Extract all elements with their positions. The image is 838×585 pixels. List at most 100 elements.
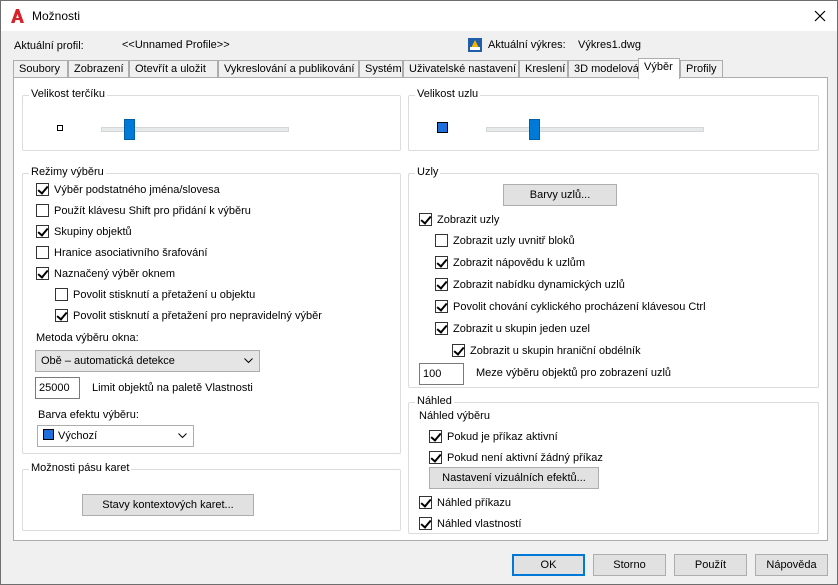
checkbox-box[interactable] (435, 256, 448, 269)
effect-color-label: Barva efektu výběru: (38, 409, 139, 421)
command-preview-checkbox[interactable]: Náhled příkazu (419, 496, 511, 509)
noun-verb-selection-checkbox[interactable]: Výběr podstatného jména/slovesa (36, 183, 220, 196)
grip-size-group: Velikost uzlu (408, 88, 819, 151)
selection-limit-label: Limit objektů na paletě Vlastnosti (92, 382, 253, 394)
checkbox-label: Náhled příkazu (437, 496, 511, 509)
ok-button[interactable]: OK (512, 554, 585, 576)
help-button[interactable]: Nápověda (755, 554, 828, 576)
chevron-down-icon (178, 433, 187, 439)
dynamic-grip-menu-checkbox[interactable]: Zobrazit nabídku dynamických uzlů (435, 278, 625, 291)
ribbon-options-title: Možnosti pásu karet (29, 462, 132, 474)
selection-limit-input[interactable]: 25000 (35, 377, 80, 399)
checkbox-label: Pokud není aktivní žádný příkaz (447, 451, 603, 464)
window-method-select[interactable]: Obě – automatická detekce (35, 350, 260, 372)
title-bar: Možnosti (1, 1, 837, 31)
checkbox-label: Zobrazit u skupin hraniční obdélník (470, 344, 641, 357)
close-icon[interactable] (811, 7, 829, 25)
property-preview-checkbox[interactable]: Náhled vlastností (419, 517, 521, 530)
checkbox-box[interactable] (55, 309, 68, 322)
grip-tips-checkbox[interactable]: Zobrazit nápovědu k uzlům (435, 256, 585, 269)
checkbox-box[interactable] (435, 234, 448, 247)
preview-group: Náhled Náhled výběru Pokud je příkaz akt… (408, 395, 819, 534)
effect-color-select[interactable]: Výchozí (37, 425, 194, 447)
checkbox-box[interactable] (429, 451, 442, 464)
tab-profily[interactable]: Profily (680, 60, 723, 78)
checkbox-label: Zobrazit u skupin jeden uzel (453, 322, 590, 335)
grip-slider-thumb[interactable] (528, 119, 540, 140)
pickbox-slider-thumb[interactable] (124, 119, 136, 140)
ribbon-options-group: Možnosti pásu karet Stavy kontextových k… (22, 462, 401, 531)
checkbox-box[interactable] (36, 183, 49, 196)
checkbox-label: Zobrazit uzly (437, 213, 500, 226)
color-swatch (43, 429, 54, 440)
preview-command-active-checkbox[interactable]: Pokud je příkaz aktivní (429, 430, 558, 443)
grip-object-limit-input[interactable]: 100 (419, 363, 464, 385)
visual-effect-settings-button[interactable]: Nastavení vizuálních efektů... (429, 467, 599, 489)
associative-hatch-checkbox[interactable]: Hranice asociativního šrafování (36, 246, 207, 259)
checkbox-label: Zobrazit nabídku dynamických uzlů (453, 278, 625, 291)
checkbox-box[interactable] (55, 288, 68, 301)
checkbox-box[interactable] (435, 300, 448, 313)
checkbox-box[interactable] (419, 496, 432, 509)
object-grouping-checkbox[interactable]: Skupiny objektů (36, 225, 132, 238)
checkbox-box[interactable] (36, 204, 49, 217)
checkbox-box[interactable] (452, 344, 465, 357)
contextual-tab-states-button[interactable]: Stavy kontextových karet... (82, 494, 254, 516)
checkbox-label: Náhled vlastností (437, 517, 522, 530)
checkbox-label: Povolit stisknutí a přetažení u objektu (73, 288, 256, 301)
selection-modes-title: Režimy výběru (29, 166, 106, 178)
tab-uzivatelske-nastaveni[interactable]: Uživatelské nastavení (403, 60, 519, 78)
pickbox-preview (57, 125, 63, 131)
window-method-label: Metoda výběru okna: (36, 332, 139, 344)
checkbox-label: Pokud je příkaz aktivní (447, 430, 558, 443)
tab-kresleni[interactable]: Kreslení (519, 60, 568, 78)
preview-no-command-checkbox[interactable]: Pokud není aktivní žádný příkaz (429, 451, 603, 464)
pickbox-size-group: Velikost terčíku (22, 88, 401, 151)
grip-size-title: Velikost uzlu (415, 88, 481, 100)
tab-soubory[interactable]: Soubory (13, 60, 68, 78)
apply-button[interactable]: Použít (674, 554, 747, 576)
tab-3d-modelovani[interactable]: 3D modelování (568, 60, 648, 78)
grips-title: Uzly (415, 166, 441, 178)
window-method-value: Obě – automatická detekce (41, 355, 175, 367)
grips-in-blocks-checkbox[interactable]: Zobrazit uzly uvnitř bloků (435, 234, 575, 247)
press-drag-object-checkbox[interactable]: Povolit stisknutí a přetažení u objektu (55, 288, 255, 301)
shift-add-checkbox[interactable]: Použít klávesu Shift pro přidání k výběr… (36, 204, 251, 217)
preview-title: Náhled (415, 395, 454, 407)
cancel-button[interactable]: Storno (593, 554, 666, 576)
grip-preview (437, 122, 448, 133)
pickbox-size-title: Velikost terčíku (29, 88, 107, 100)
tab-vyber[interactable]: Výběr (638, 58, 680, 79)
checkbox-box[interactable] (435, 322, 448, 335)
checkbox-box[interactable] (429, 430, 442, 443)
autocad-logo-icon (11, 9, 24, 23)
tab-panel-vyber: Velikost terčíku Velikost uzlu Režimy vý… (13, 77, 828, 541)
tab-system[interactable]: Systém (359, 60, 403, 78)
implied-windowing-checkbox[interactable]: Naznačený výběr oknem (36, 267, 175, 280)
checkbox-label: Zobrazit uzly uvnitř bloků (453, 234, 575, 247)
checkbox-label: Hranice asociativního šrafování (54, 246, 208, 259)
grip-slider-track[interactable] (486, 127, 704, 132)
ctrl-cycling-checkbox[interactable]: Povolit chování cyklického procházení kl… (435, 300, 706, 313)
selection-modes-group: Režimy výběru Výběr podstatného jména/sl… (22, 166, 401, 454)
checkbox-box[interactable] (419, 213, 432, 226)
checkbox-box[interactable] (36, 246, 49, 259)
checkbox-box[interactable] (435, 278, 448, 291)
checkbox-box[interactable] (419, 517, 432, 530)
checkbox-box[interactable] (36, 225, 49, 238)
checkbox-label: Skupiny objektů (54, 225, 132, 238)
grips-group: Uzly Barvy uzlů... Zobrazit uzly Zobrazi… (408, 166, 819, 388)
window-title: Možnosti (32, 9, 81, 23)
tab-otevrit-a-ulozit[interactable]: Otevřít a uložit (129, 60, 218, 78)
chevron-down-icon (244, 358, 253, 364)
tab-vykreslovani[interactable]: Vykreslování a publikování (218, 60, 359, 78)
single-grip-groups-checkbox[interactable]: Zobrazit u skupin jeden uzel (435, 322, 590, 335)
press-drag-lasso-checkbox[interactable]: Povolit stisknutí a přetažení pro neprav… (55, 309, 322, 322)
checkbox-box[interactable] (36, 267, 49, 280)
tab-zobrazeni[interactable]: Zobrazení (68, 60, 129, 78)
grip-colors-button[interactable]: Barvy uzlů... (503, 184, 617, 206)
checkbox-label: Použít klávesu Shift pro přidání k výběr… (54, 204, 251, 217)
current-profile-label: Aktuální profil: (14, 40, 84, 52)
show-grips-checkbox[interactable]: Zobrazit uzly (419, 213, 499, 226)
bounding-box-groups-checkbox[interactable]: Zobrazit u skupin hraniční obdélník (452, 344, 641, 357)
